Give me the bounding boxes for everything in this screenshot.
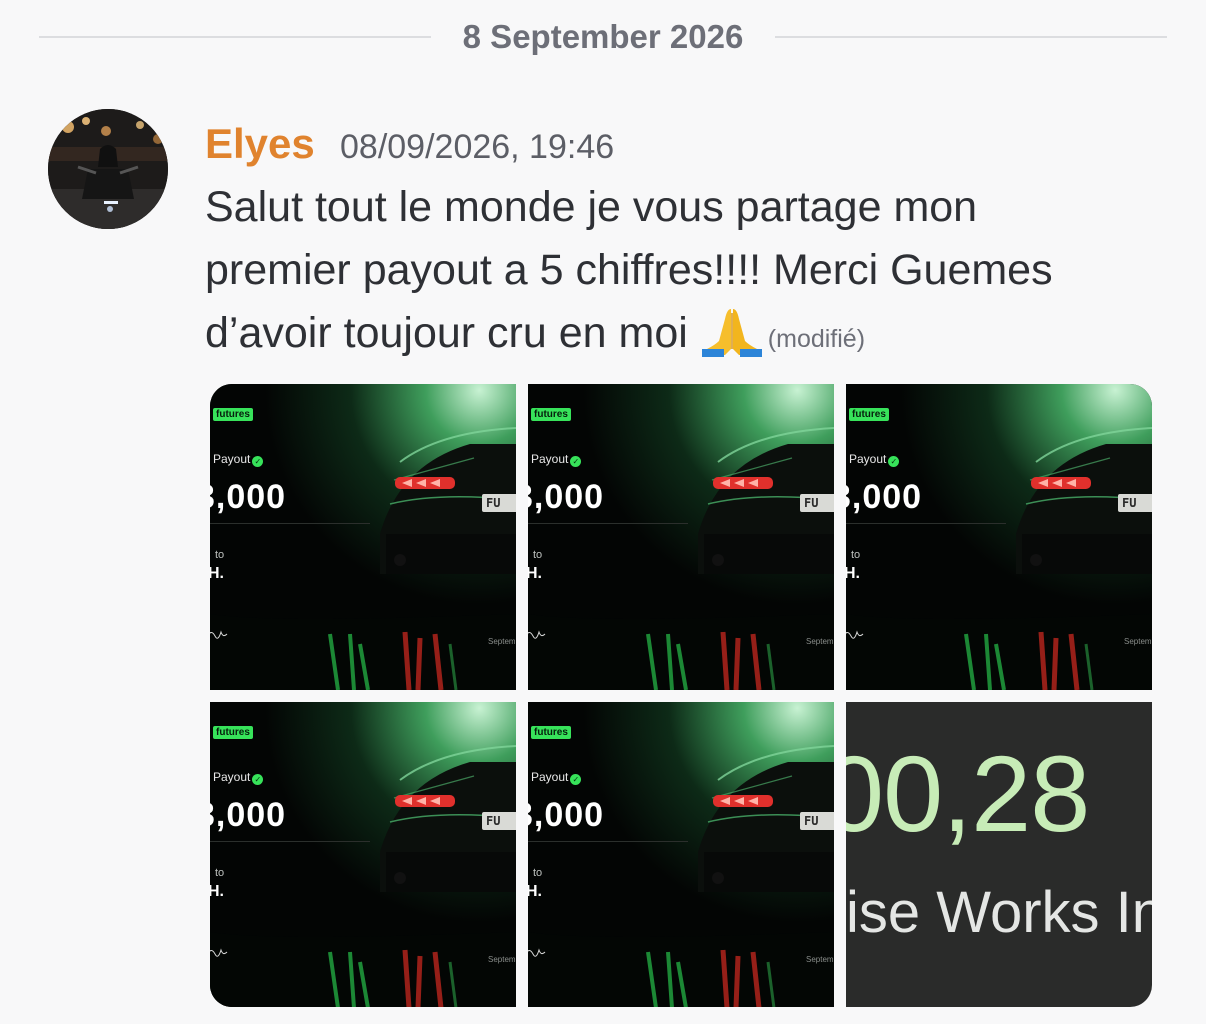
date-divider: 8 September 2026 <box>39 18 1167 56</box>
divider-line <box>528 523 688 524</box>
signature <box>210 946 228 964</box>
payout-amount: 3,000 <box>210 796 286 834</box>
divider-line <box>210 523 370 524</box>
attachment-image[interactable]: futures Payout✓ 3,000 FU to H. Septem <box>210 702 516 1007</box>
large-amount-text: 00,28 <box>846 733 1090 854</box>
message-line-3: d’avoir toujour cru en moi <box>205 309 688 357</box>
date-fragment: Septem <box>488 637 516 646</box>
futures-badge: futures <box>213 408 253 421</box>
divider-line-right <box>775 36 1167 38</box>
signature <box>846 628 864 646</box>
recipient-name: H. <box>528 883 542 900</box>
verified-check-icon: ✓ <box>570 456 582 467</box>
attachment-image-payout-amount[interactable]: 00,28 ise Works In <box>846 702 1152 1007</box>
edited-label: (modifié) <box>767 325 866 353</box>
divider-line <box>846 523 1006 524</box>
divider-line <box>528 841 688 842</box>
message-content: Salut tout le monde je vous partage mon … <box>205 176 1155 375</box>
payout-label: Payout ✓ <box>531 770 582 785</box>
futures-badge: futures <box>531 726 571 739</box>
verified-check-icon: ✓ <box>252 456 264 467</box>
to-label: to <box>215 867 225 879</box>
company-name-fragment: ise Works In <box>846 880 1152 945</box>
date-fragment: Septem <box>806 955 834 964</box>
payout-label: Payout ✓ <box>849 452 900 467</box>
to-label: to <box>533 867 543 879</box>
author-name[interactable]: Elyes <box>205 118 315 170</box>
payout-amount: 3,000 <box>846 478 922 516</box>
license-plate: FU <box>482 494 516 512</box>
license-plate: FU <box>1118 494 1152 512</box>
signature <box>528 946 546 964</box>
attachment-image[interactable]: futures Payout✓ 3,000 FU to H. Septem <box>528 702 834 1007</box>
futures-badge: futures <box>531 408 571 421</box>
message-line-1: Salut tout le monde je vous partage mon <box>205 183 978 231</box>
signature <box>528 628 546 646</box>
payout-amount: 3,000 <box>528 478 604 516</box>
payout-label: Payout ✓ <box>531 452 582 467</box>
date-fragment: Septem <box>488 955 516 964</box>
payout-amount: 3,000 <box>528 796 604 834</box>
message-timestamp: 08/09/2026, 19:46 <box>340 128 615 166</box>
license-plate: FU <box>482 812 516 830</box>
attachment-image[interactable]: futures Payout✓ 3,000 FU to H. Septem <box>210 384 516 690</box>
message-line-2: premier payout a 5 chiffres!!!! Merci Gu… <box>205 246 1053 294</box>
signature <box>210 628 228 646</box>
car-background-image <box>210 384 516 690</box>
attachment-image[interactable]: futures Payout✓ 3,000 FU to H. Septem <box>528 384 834 690</box>
verified-check-icon: ✓ <box>252 774 264 785</box>
date-fragment: Septem <box>1124 637 1152 646</box>
verified-check-icon: ✓ <box>888 456 900 467</box>
image-attachments-grid: futures Payout✓ 3,000 FU to H. Septem <box>210 384 1152 1007</box>
avatar[interactable] <box>48 109 168 229</box>
recipient-name: H. <box>846 565 860 582</box>
car-background-image <box>528 702 834 1007</box>
to-label: to <box>215 549 225 561</box>
to-label: to <box>851 549 861 561</box>
license-plate: FU <box>800 812 834 830</box>
praying-hands-icon <box>701 309 762 357</box>
payout-amount: 3,000 <box>210 478 286 516</box>
car-background-image <box>528 384 834 690</box>
recipient-name: H. <box>210 565 224 582</box>
car-background-image <box>210 702 516 1007</box>
car-background-image <box>846 384 1152 690</box>
recipient-name: H. <box>528 565 542 582</box>
divider-line <box>210 841 370 842</box>
verified-check-icon: ✓ <box>570 774 582 785</box>
payout-label: Payout ✓ <box>213 452 264 467</box>
attachment-image[interactable]: futures Payout✓ 3,000 FU to H. Septem <box>846 384 1152 690</box>
recipient-name: H. <box>210 883 224 900</box>
license-plate: FU <box>800 494 834 512</box>
payout-label: Payout ✓ <box>213 770 264 785</box>
futures-badge: futures <box>213 726 253 739</box>
praying-hands-emoji <box>700 305 764 375</box>
futures-badge: futures <box>849 408 889 421</box>
to-label: to <box>533 549 543 561</box>
date-fragment: Septem <box>806 637 834 646</box>
